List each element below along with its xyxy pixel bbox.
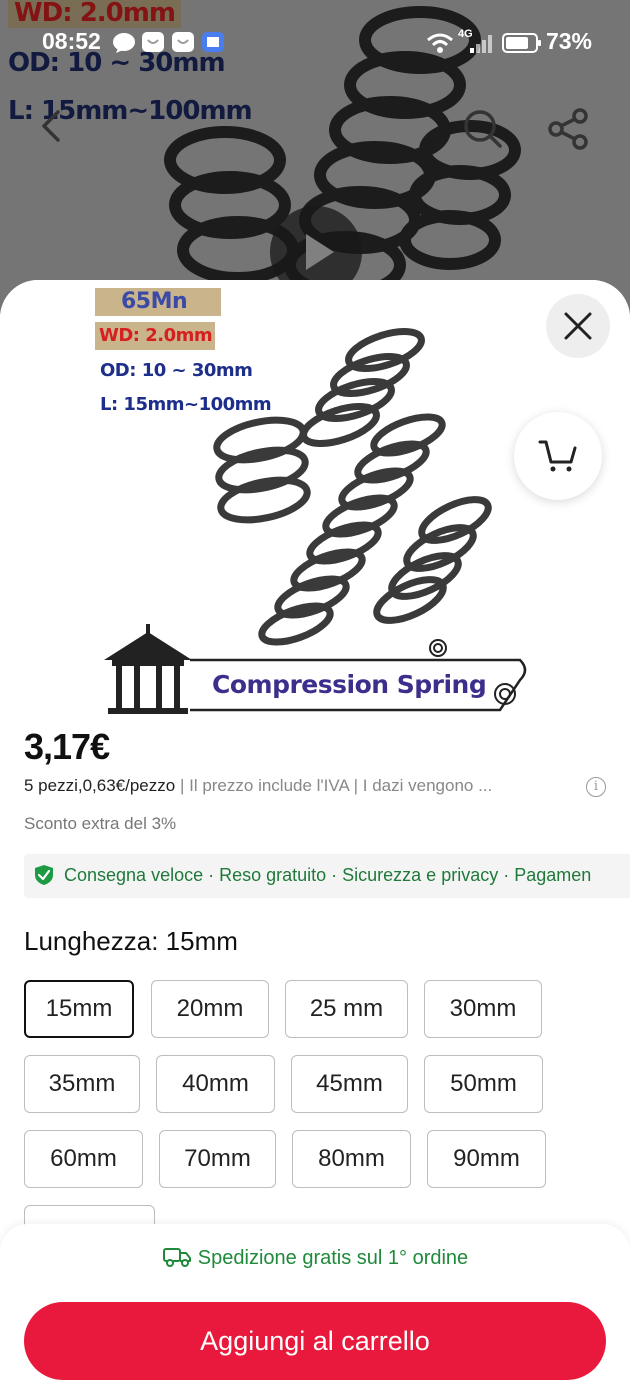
length-option-35mm[interactable]: 35mm [24, 1055, 140, 1113]
close-icon [564, 312, 592, 340]
price: 3,17€ [24, 726, 110, 767]
length-option-15mm[interactable]: 15mm [24, 980, 134, 1038]
length-option-30mm[interactable]: 30mm [424, 980, 542, 1038]
wifi-icon [427, 33, 453, 53]
length-option-45mm[interactable]: 45mm [291, 1055, 408, 1113]
truck-icon [162, 1248, 191, 1267]
length-option-80mm[interactable]: 80mm [292, 1130, 411, 1188]
shield-check-icon [35, 865, 53, 885]
length-label: Lunghezza: 15mm [24, 926, 238, 956]
spec-wire-diameter: WD: 2.0mm [95, 322, 215, 350]
spec-length: L: 15mm~100mm [100, 394, 272, 415]
length-option-40mm[interactable]: 40mm [156, 1055, 275, 1113]
shop-notification-icon [142, 32, 164, 52]
free-shipping-text: Spedizione gratis sul 1° ordine [197, 1247, 469, 1269]
extra-discount: Sconto extra del 3% [24, 814, 177, 833]
unit-price: 5 pezzi,0,63€/pezzo [24, 776, 176, 795]
status-bar: 08:52 4G 73% [0, 26, 630, 60]
shop-notification-icon-2 [172, 32, 194, 52]
close-button[interactable] [546, 294, 610, 358]
spec-material: 65Mn [95, 288, 221, 316]
cart-button[interactable] [514, 412, 602, 500]
calendar-notification-icon [202, 32, 224, 52]
length-option-90mm[interactable]: 90mm [427, 1130, 546, 1188]
length-option-20mm[interactable]: 20mm [151, 980, 269, 1038]
vat-note: Il prezzo include l'IVA [189, 776, 349, 795]
spec-outer-diameter: OD: 10 ~ 30mm [100, 360, 253, 381]
info-icon[interactable]: i [586, 777, 606, 797]
battery-icon [502, 33, 541, 53]
sku-selector-sheet: 65Mn WD: 2.0mm OD: 10 ~ 30mm L: 15mm~100… [0, 280, 630, 1400]
service-assurance-text: Consegna veloce · Reso gratuito · Sicure… [64, 865, 592, 885]
product-banner-text: Compression Spring [212, 670, 487, 699]
price-detail: 5 pezzi,0,63€/pezzo | Il prezzo include … [24, 776, 584, 796]
add-to-cart-button[interactable]: Aggiungi al carrello [24, 1302, 606, 1380]
length-option-60mm[interactable]: 60mm [24, 1130, 143, 1188]
length-option-50mm[interactable]: 50mm [424, 1055, 543, 1113]
duties-note: I dazi vengono ... [362, 776, 493, 795]
separator: | [353, 776, 363, 795]
status-time: 08:52 [42, 28, 101, 54]
bottom-action-bar: Spedizione gratis sul 1° ordine Aggiungi… [0, 1224, 630, 1400]
length-option-25mm[interactable]: 25 mm [285, 980, 408, 1038]
add-to-cart-label: Aggiungi al carrello [200, 1325, 430, 1356]
free-shipping-row: Spedizione gratis sul 1° ordine [0, 1246, 630, 1270]
service-assurance-bar[interactable]: Consegna veloce · Reso gratuito · Sicure… [24, 854, 630, 898]
chat-notification-icon [112, 32, 135, 53]
length-option-70mm[interactable]: 70mm [159, 1130, 276, 1188]
cart-icon [538, 440, 577, 472]
signal-icon [470, 35, 492, 53]
battery-percent: 73% [545, 28, 592, 54]
separator: | [179, 776, 190, 795]
